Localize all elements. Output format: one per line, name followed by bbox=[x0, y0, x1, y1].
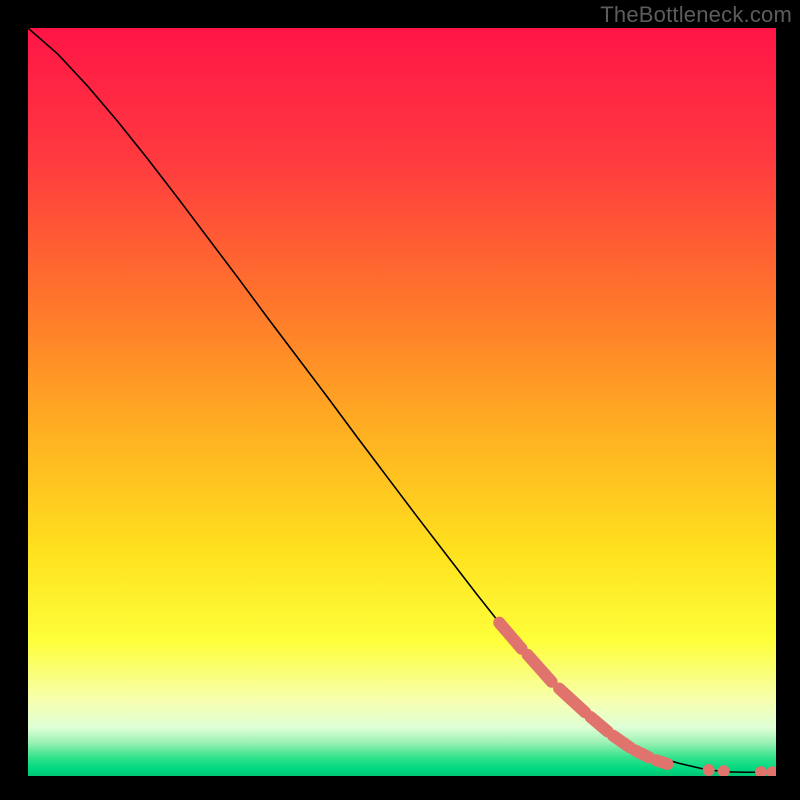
marker-segment bbox=[656, 760, 667, 764]
chart-svg bbox=[28, 28, 776, 776]
marker-point bbox=[703, 764, 715, 776]
marker-segment bbox=[635, 751, 648, 758]
chart-frame: TheBottleneck.com bbox=[0, 0, 800, 800]
watermark-text: TheBottleneck.com bbox=[600, 2, 792, 28]
gradient-background bbox=[28, 28, 776, 776]
plot-area bbox=[28, 28, 776, 776]
